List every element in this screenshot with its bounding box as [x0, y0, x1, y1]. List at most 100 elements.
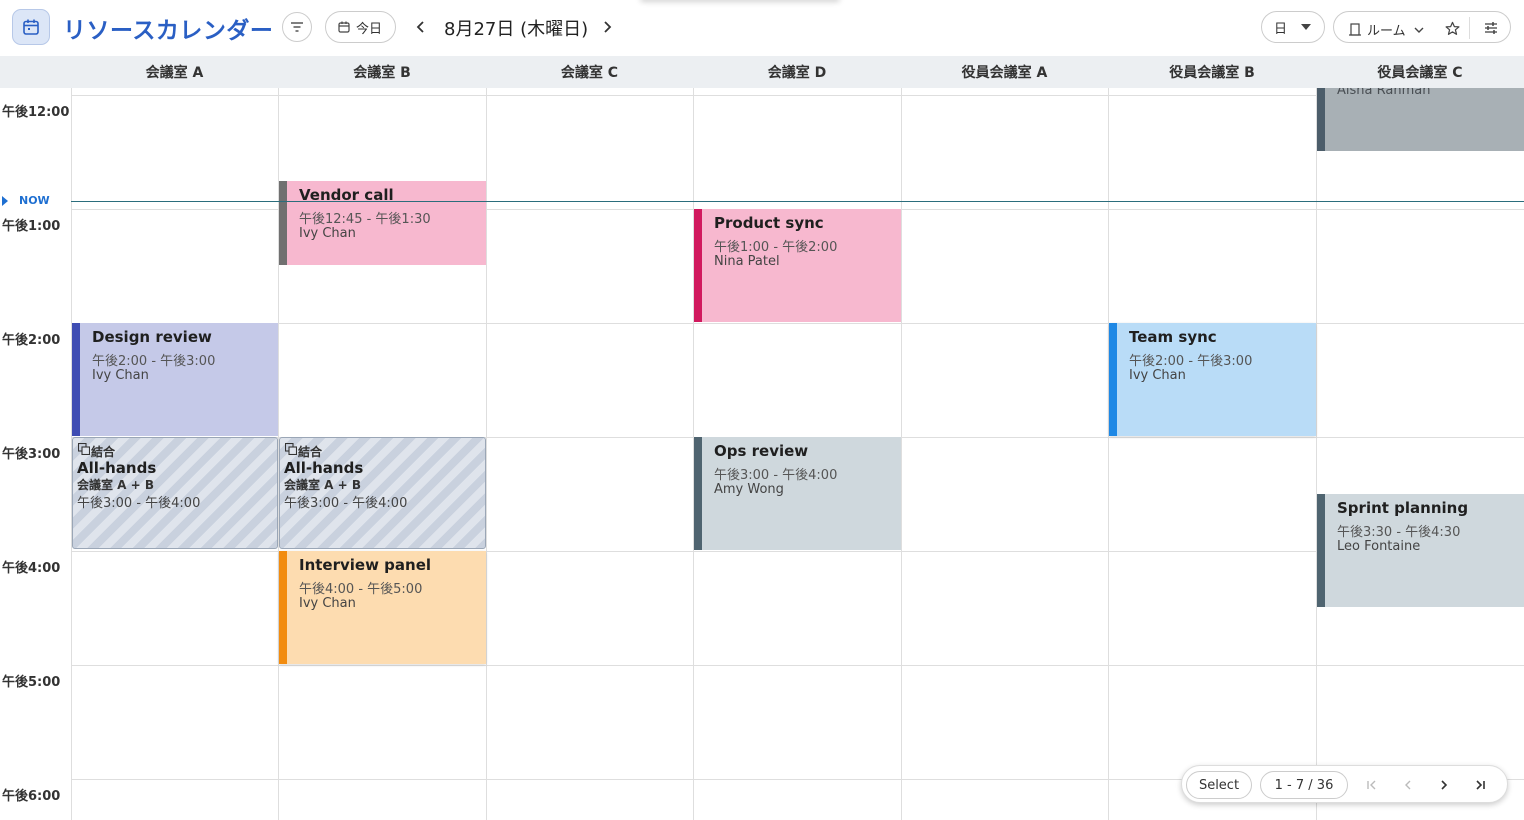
- hour-line: [71, 665, 1524, 666]
- now-marker-icon: [2, 196, 8, 206]
- room-header[interactable]: 会議室 D: [693, 56, 901, 88]
- merged-tag: 結合: [91, 445, 116, 459]
- event-title: Interview panel: [299, 556, 432, 574]
- star-icon: [1445, 21, 1459, 35]
- next-page-button[interactable]: [1434, 775, 1454, 795]
- door-icon: [1349, 23, 1361, 36]
- chevron-right-icon: [1441, 780, 1448, 790]
- merged-event-card[interactable]: 結合 All-hands 会議室 A + B 午後3:00 - 午後4:00: [72, 437, 278, 549]
- last-page-icon: [1476, 780, 1485, 790]
- now-label: NOW: [19, 194, 50, 207]
- today-button[interactable]: 今日: [325, 11, 396, 43]
- chevron-left-icon: [1405, 780, 1411, 790]
- time-label: 午後3:00: [2, 447, 61, 462]
- event-color-bar: [1317, 88, 1325, 151]
- event-time: 午後2:00 - 午後3:00: [92, 354, 216, 369]
- select-button[interactable]: Select: [1186, 771, 1252, 799]
- resource-select-value: ルーム: [1367, 24, 1406, 39]
- event-card[interactable]: Vendor call 午後12:45 - 午後1:30 Ivy Chan: [279, 181, 486, 265]
- schedule-grid[interactable]: 午後12:00 午後1:00 午後2:00 午後3:00 午後4:00 午後5:…: [0, 88, 1524, 820]
- merged-event-card[interactable]: 結合 All-hands 会議室 A + B 午後3:00 - 午後4:00: [279, 437, 486, 549]
- time-label: 午後6:00: [2, 789, 61, 804]
- event-person: Nina Patel: [714, 254, 780, 269]
- event-title: Team sync: [1129, 328, 1217, 346]
- room-header[interactable]: 会議室 C: [486, 56, 693, 88]
- time-label: 午後2:00: [2, 333, 61, 348]
- event-person: Leo Fontaine: [1337, 539, 1421, 554]
- view-select[interactable]: 日: [1261, 11, 1325, 43]
- event-time: 午後3:00 - 午後4:00: [77, 496, 201, 511]
- column-divider: [901, 88, 902, 820]
- event-time: 午後4:00 - 午後5:00: [299, 582, 423, 597]
- event-person: Ivy Chan: [92, 368, 149, 383]
- calendar-small-icon: [338, 21, 350, 33]
- event-card[interactable]: Team sync 午後2:00 - 午後3:00 Ivy Chan: [1109, 323, 1316, 436]
- room-pagination: Select 1 - 7 / 36: [1181, 765, 1508, 803]
- event-rooms: 会議室 A + B: [77, 478, 155, 492]
- event-time: 午後1:00 - 午後2:00: [714, 240, 838, 255]
- room-header[interactable]: 役員会議室 B: [1108, 56, 1316, 88]
- page-range[interactable]: 1 - 7 / 36: [1260, 771, 1348, 799]
- column-divider: [486, 88, 487, 820]
- time-label: 午後12:00: [2, 105, 70, 120]
- event-time: 午後3:30 - 午後4:30: [1337, 525, 1461, 540]
- event-card[interactable]: Sprint planning 午後3:30 - 午後4:30 Leo Font…: [1317, 494, 1524, 607]
- event-card[interactable]: Design review 午後2:00 - 午後3:00 Ivy Chan: [72, 323, 278, 436]
- toolbar: リソースカレンダー 今日 8月27日 (木曜日) 日 ルーム: [0, 0, 1524, 56]
- resource-calendar-app: リソースカレンダー 今日 8月27日 (木曜日) 日 ルーム 会議室 A 会議室…: [0, 0, 1524, 820]
- event-color-bar: [1317, 494, 1325, 607]
- event-title: Sprint planning: [1337, 499, 1469, 517]
- hour-line: [71, 95, 1524, 96]
- settings-sliders-icon: [1485, 22, 1497, 34]
- today-label: 今日: [356, 21, 383, 37]
- caret-down-icon: [1301, 24, 1312, 30]
- favorite-button[interactable]: [1442, 18, 1462, 38]
- event-person: Amy Wong: [714, 482, 784, 497]
- calendar-icon: [23, 19, 39, 35]
- prev-page-button[interactable]: [1398, 775, 1418, 795]
- event-color-bar: [694, 209, 702, 322]
- column-divider: [1108, 88, 1109, 820]
- filter-button[interactable]: [282, 12, 312, 42]
- filter-icon: [291, 22, 303, 32]
- last-page-button[interactable]: [1470, 775, 1490, 795]
- event-person: Ivy Chan: [1129, 368, 1186, 383]
- event-title: Product sync: [714, 214, 824, 232]
- event-color-bar: [279, 551, 287, 664]
- event-card[interactable]: Interview panel 午後4:00 - 午後5:00 Ivy Chan: [279, 551, 486, 664]
- prev-day-button[interactable]: [409, 14, 433, 40]
- room-header[interactable]: 役員会議室 C: [1316, 56, 1524, 88]
- room-header-row: 会議室 A 会議室 B 会議室 C 会議室 D 役員会議室 A 役員会議室 B …: [0, 56, 1524, 88]
- time-label: 午後5:00: [2, 675, 61, 690]
- chevron-left-icon: [416, 21, 424, 33]
- room-header[interactable]: 会議室 B: [278, 56, 486, 88]
- resource-select[interactable]: ルーム: [1349, 20, 1424, 39]
- event-color-bar: [72, 323, 80, 436]
- event-color-bar: [694, 437, 702, 550]
- event-color-bar: [279, 181, 287, 265]
- next-day-button[interactable]: [595, 14, 619, 40]
- first-page-icon: [1367, 780, 1376, 790]
- event-title: All-hands: [284, 459, 364, 477]
- event-card[interactable]: Aisha Rahman: [1317, 88, 1524, 151]
- calendar-icon-button[interactable]: [12, 9, 50, 45]
- event-card[interactable]: Product sync 午後1:00 - 午後2:00 Nina Patel: [694, 209, 901, 322]
- current-date[interactable]: 8月27日 (木曜日): [444, 15, 588, 41]
- event-time: 午後12:45 - 午後1:30: [299, 212, 431, 227]
- merge-icon: [285, 443, 297, 455]
- time-label: 午後1:00: [2, 219, 61, 234]
- room-header[interactable]: 会議室 A: [71, 56, 278, 88]
- event-person: Ivy Chan: [299, 596, 356, 611]
- first-page-button[interactable]: [1362, 775, 1382, 795]
- chevron-down-icon: [1414, 27, 1424, 33]
- resource-toolbar: ルーム: [1333, 11, 1511, 43]
- event-rooms: 会議室 A + B: [284, 478, 362, 492]
- event-person: Aisha Rahman: [1337, 88, 1431, 98]
- app-title: リソースカレンダー: [63, 18, 274, 44]
- chevron-right-icon: [604, 21, 612, 33]
- event-title: Design review: [92, 328, 212, 346]
- toolbar-divider: [1469, 17, 1470, 39]
- settings-button[interactable]: [1481, 18, 1501, 38]
- event-card[interactable]: Ops review 午後3:00 - 午後4:00 Amy Wong: [694, 437, 901, 550]
- room-header[interactable]: 役員会議室 A: [901, 56, 1108, 88]
